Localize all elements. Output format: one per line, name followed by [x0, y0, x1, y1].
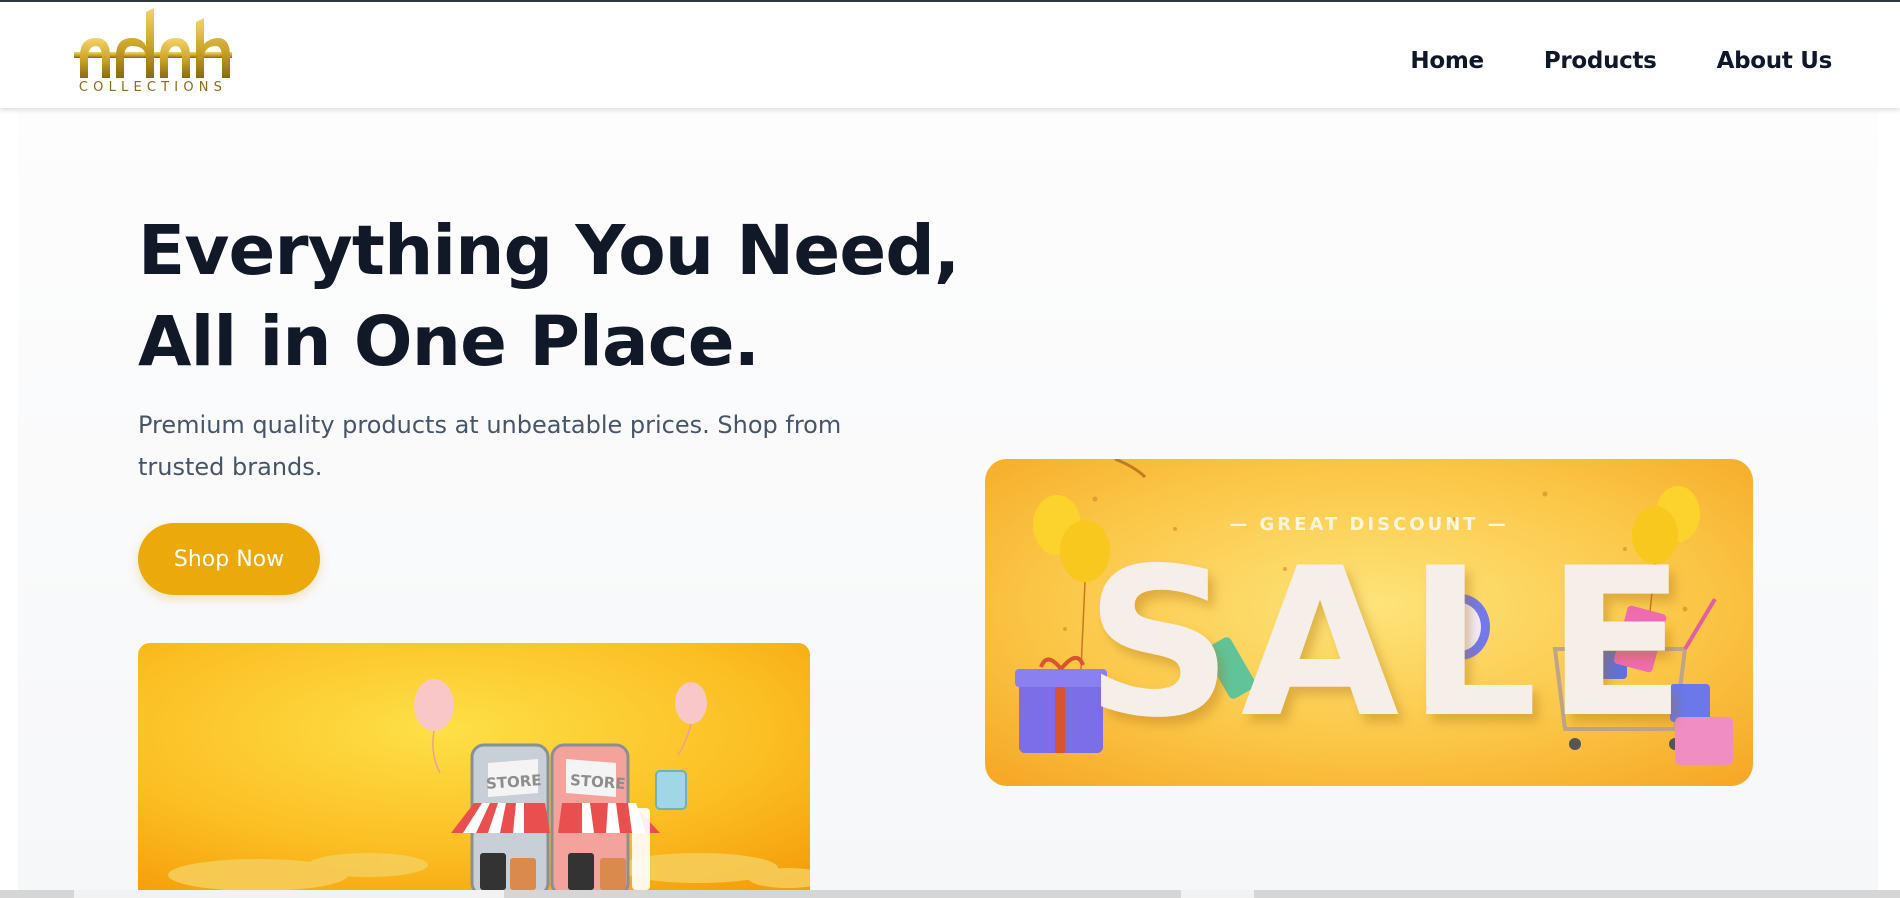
hero-headline: Everything You Need, All in One Place. — [138, 206, 998, 388]
nav-about-link[interactable]: About Us — [1717, 48, 1833, 74]
hero-subtext: Premium quality products at unbeatable p… — [138, 411, 842, 481]
shop-now-button[interactable]: Shop Now — [138, 523, 320, 595]
hero-headline-line-2: All in One Place. — [138, 302, 760, 382]
page-edge — [1878, 110, 1900, 898]
horizontal-scrollbar-segment — [1181, 890, 1254, 898]
brand-logo[interactable]: COLLECTIONS — [70, 8, 236, 98]
store-sign-label-2: STORE — [569, 771, 627, 793]
navbar: COLLECTIONS Home Products About Us — [0, 2, 1900, 108]
logo-mark-icon — [74, 8, 232, 78]
sale-banner[interactable]: — GREAT DISCOUNT — SALE — [985, 459, 1753, 786]
nav-home-link[interactable]: Home — [1410, 48, 1484, 74]
main-nav: Home Products About Us — [1410, 48, 1832, 74]
hero-headline-line-1: Everything You Need, — [138, 211, 960, 291]
store-banner: STORE STORE — [138, 643, 810, 890]
store-illustration-icon — [138, 643, 810, 890]
horizontal-scrollbar-thumb[interactable] — [74, 890, 504, 898]
logo-caption: COLLECTIONS — [78, 80, 228, 95]
sale-headline: SALE — [1085, 525, 1694, 763]
nav-products-link[interactable]: Products — [1544, 48, 1657, 74]
